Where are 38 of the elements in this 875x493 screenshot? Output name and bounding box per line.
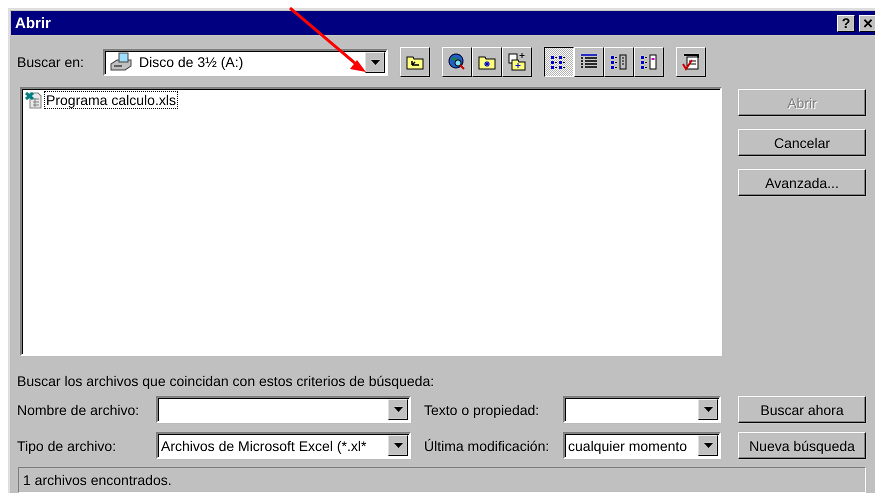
search-button[interactable]: Buscar ahora (738, 396, 866, 423)
caret-icon (704, 443, 712, 448)
toolbar-button[interactable] (544, 47, 574, 77)
combo-box[interactable]: cualquier momento (563, 432, 721, 459)
dialog-button[interactable]: Cancelar (738, 129, 866, 156)
dropdown-button[interactable] (698, 435, 718, 456)
caret-icon (704, 407, 712, 412)
dropdown-button[interactable] (365, 52, 385, 72)
criteria-heading: Buscar los archivos que coincidan con estos criterios de búsqueda: (17, 373, 436, 389)
file-item[interactable]: Programa calculo.xls (25, 91, 717, 109)
floppy-drive-icon (109, 52, 133, 72)
window-title: Abrir (15, 14, 52, 32)
globe-search-icon (447, 52, 467, 72)
properties-view-icon (609, 52, 629, 72)
document-check-icon (681, 52, 701, 72)
status-text: 1 archivos encontrados. (23, 472, 172, 488)
field-label: Nombre de archivo: (17, 402, 140, 418)
combo-box[interactable]: Disco de 3½ (A:) (103, 48, 388, 76)
caret-icon (394, 443, 402, 448)
spreadsheet-file-icon (25, 91, 43, 109)
close-button[interactable]: × (859, 14, 875, 32)
combo-box[interactable]: Archivos de Microsoft Excel (*.xl* (156, 432, 411, 459)
combo-box[interactable] (563, 396, 721, 423)
help-button[interactable]: ? (837, 14, 855, 32)
dropdown-button[interactable] (698, 399, 718, 420)
preview-view-icon (639, 52, 659, 72)
caret-icon (370, 60, 380, 64)
caret-icon (394, 407, 402, 412)
dialog-button[interactable]: Avanzada... (738, 169, 866, 196)
field-label: Texto o propiedad: (424, 402, 540, 418)
add-folder-icon (507, 52, 527, 72)
dropdown-button[interactable] (388, 399, 408, 420)
field-label: Última modificación: (424, 438, 550, 454)
search-button[interactable]: Nueva búsqueda (738, 432, 866, 459)
field-label: Tipo de archivo: (17, 438, 118, 454)
field-label: Buscar en: (17, 54, 85, 70)
combo-box[interactable] (156, 396, 411, 423)
dropdown-button[interactable] (388, 435, 408, 456)
